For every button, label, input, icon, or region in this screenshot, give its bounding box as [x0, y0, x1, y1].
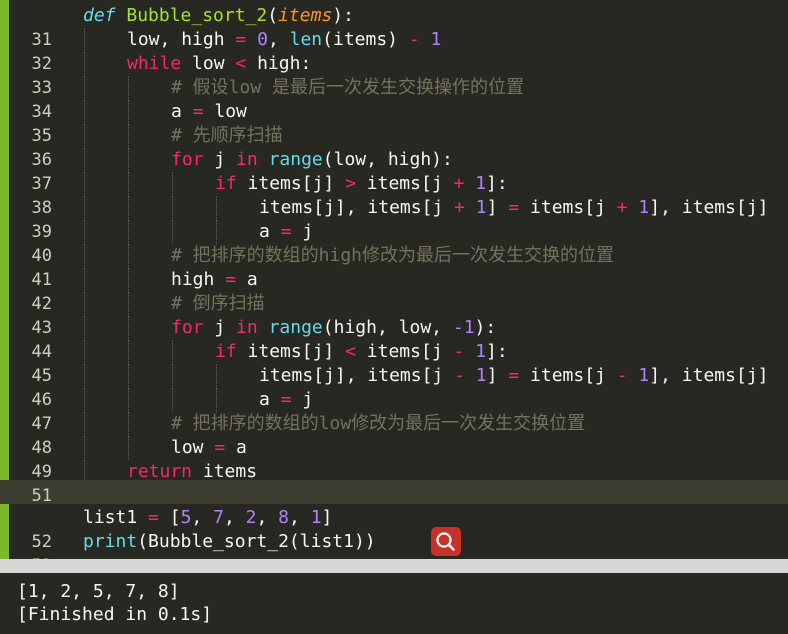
code-text: for j in range(high, low, -1):: [171, 317, 497, 338]
indent-guide: [84, 124, 85, 148]
indent-guide: [84, 292, 85, 316]
indent-guide: [84, 76, 85, 100]
code-line-53[interactable]: 53 print(Bubble_sort_2(list1)): [0, 530, 788, 559]
indent-guide: [84, 196, 85, 220]
indent-guide: [128, 412, 129, 436]
code-comment: # 倒序扫描: [171, 293, 265, 314]
indent-guide: [172, 172, 173, 196]
code-text: low, high = 0, len(items) - 1: [127, 29, 442, 50]
code-text: items[j], items[j - 1] = items[j - 1], i…: [259, 365, 769, 386]
indent-guide: [216, 220, 217, 244]
code-line-31[interactable]: 31 def Bubble_sort_2(items):: [0, 4, 788, 50]
code-line-36[interactable]: 36 # 先顺序扫描: [0, 124, 788, 170]
indent-guide: [128, 124, 129, 148]
indent-guide: [216, 364, 217, 388]
indent-guide: [84, 340, 85, 364]
code-text: low = a: [171, 437, 247, 458]
code-line-44[interactable]: 44 for j in range(high, low, -1):: [0, 316, 788, 362]
indent-guide: [128, 148, 129, 172]
indent-guide: [128, 244, 129, 268]
code-line-47[interactable]: 47 a = j: [0, 388, 788, 434]
code-line-40[interactable]: 40 a = j: [0, 220, 788, 266]
indent-guide: [84, 172, 85, 196]
indent-guide: [128, 316, 129, 340]
code-text: print(Bubble_sort_2(list1)): [83, 531, 376, 552]
indent-guide: [128, 388, 129, 412]
code-text: a = low: [171, 101, 247, 122]
indent-guide: [172, 220, 173, 244]
magnifier-icon: [436, 532, 455, 551]
code-text: if items[j] < items[j - 1]:: [215, 341, 508, 362]
code-text: high = a: [171, 269, 258, 290]
output-result: [1, 2, 5, 7, 8]: [17, 581, 180, 602]
indent-guide: [128, 100, 129, 124]
indent-guide: [84, 388, 85, 412]
code-line-45[interactable]: 45 if items[j] < items[j - 1]:: [0, 340, 788, 386]
indent-guide: [84, 28, 85, 52]
indent-guide: [84, 148, 85, 172]
indent-guide: [84, 436, 85, 460]
code-line-49[interactable]: 49 low = a: [0, 436, 788, 482]
indent-guide: [84, 412, 85, 436]
code-text: def Bubble_sort_2(items):: [83, 5, 354, 26]
indent-guide: [216, 196, 217, 220]
indent-guide: [128, 220, 129, 244]
indent-guide: [84, 52, 85, 76]
indent-guide: [128, 196, 129, 220]
code-line-41[interactable]: 41 # 把排序的数组的high修改为最后一次发生交换的位置: [0, 244, 788, 290]
indent-guide: [84, 100, 85, 124]
indent-guide: [172, 196, 173, 220]
indent-guide: [84, 220, 85, 244]
indent-guide: [84, 268, 85, 292]
code-line-42[interactable]: 42 high = a: [0, 268, 788, 314]
indent-guide: [128, 268, 129, 292]
indent-guide: [84, 316, 85, 340]
indent-guide: [128, 436, 129, 460]
indent-guide: [128, 364, 129, 388]
code-comment: # 把排序的数组的low修改为最后一次发生交换位置: [171, 413, 586, 434]
code-line-33[interactable]: 33 while low < high:: [0, 52, 788, 98]
search-badge[interactable]: [431, 527, 461, 556]
build-output-panel[interactable]: [1, 2, 5, 7, 8] [Finished in 0.1s]: [0, 573, 788, 634]
panel-divider[interactable]: [0, 559, 788, 573]
indent-guide: [172, 340, 173, 364]
code-text: while low < high:: [127, 53, 312, 74]
code-text: if items[j] > items[j + 1]:: [215, 173, 508, 194]
code-comment: # 把排序的数组的high修改为最后一次发生交换的位置: [171, 245, 615, 266]
code-comment: # 先顺序扫描: [171, 125, 283, 146]
code-editor[interactable]: 31 def Bubble_sort_2(items): 32 low, hig…: [0, 0, 788, 559]
code-text: a = j: [259, 221, 314, 242]
line-number: 51: [31, 486, 52, 506]
indent-guide: [128, 340, 129, 364]
code-line-51-current[interactable]: 51: [0, 480, 788, 506]
code-line-39[interactable]: 39 items[j], items[j + 1] = items[j + 1]…: [0, 196, 788, 242]
code-text: list1 = [5, 7, 2, 8, 1]: [83, 507, 333, 528]
code-line-46[interactable]: 46 items[j], items[j - 1] = items[j - 1]…: [0, 364, 788, 410]
indent-guide: [84, 364, 85, 388]
indent-guide: [216, 388, 217, 412]
code-line-43[interactable]: 43 # 倒序扫描: [0, 292, 788, 338]
indent-guide: [128, 76, 129, 100]
indent-guide: [84, 244, 85, 268]
output-finished: [Finished in 0.1s]: [17, 604, 213, 625]
indent-guide: [128, 172, 129, 196]
code-line-37[interactable]: 37 for j in range(low, high):: [0, 148, 788, 194]
code-text: items[j], items[j + 1] = items[j + 1], i…: [259, 197, 769, 218]
code-text: for j in range(low, high):: [171, 149, 453, 170]
indent-guide: [128, 292, 129, 316]
code-line-32[interactable]: 32 low, high = 0, len(items) - 1: [0, 28, 788, 74]
code-line-35[interactable]: 35 a = low: [0, 100, 788, 146]
code-line-34[interactable]: 34 # 假设low 是最后一次发生交换操作的位置: [0, 76, 788, 122]
code-text: a = j: [259, 389, 314, 410]
code-line-38[interactable]: 38 if items[j] > items[j + 1]:: [0, 172, 788, 218]
indent-guide: [172, 364, 173, 388]
indent-guide: [172, 388, 173, 412]
code-line-48[interactable]: 48 # 把排序的数组的low修改为最后一次发生交换位置: [0, 412, 788, 458]
code-comment: # 假设low 是最后一次发生交换操作的位置: [171, 77, 525, 98]
code-line-52[interactable]: 52 list1 = [5, 7, 2, 8, 1]: [0, 506, 788, 552]
